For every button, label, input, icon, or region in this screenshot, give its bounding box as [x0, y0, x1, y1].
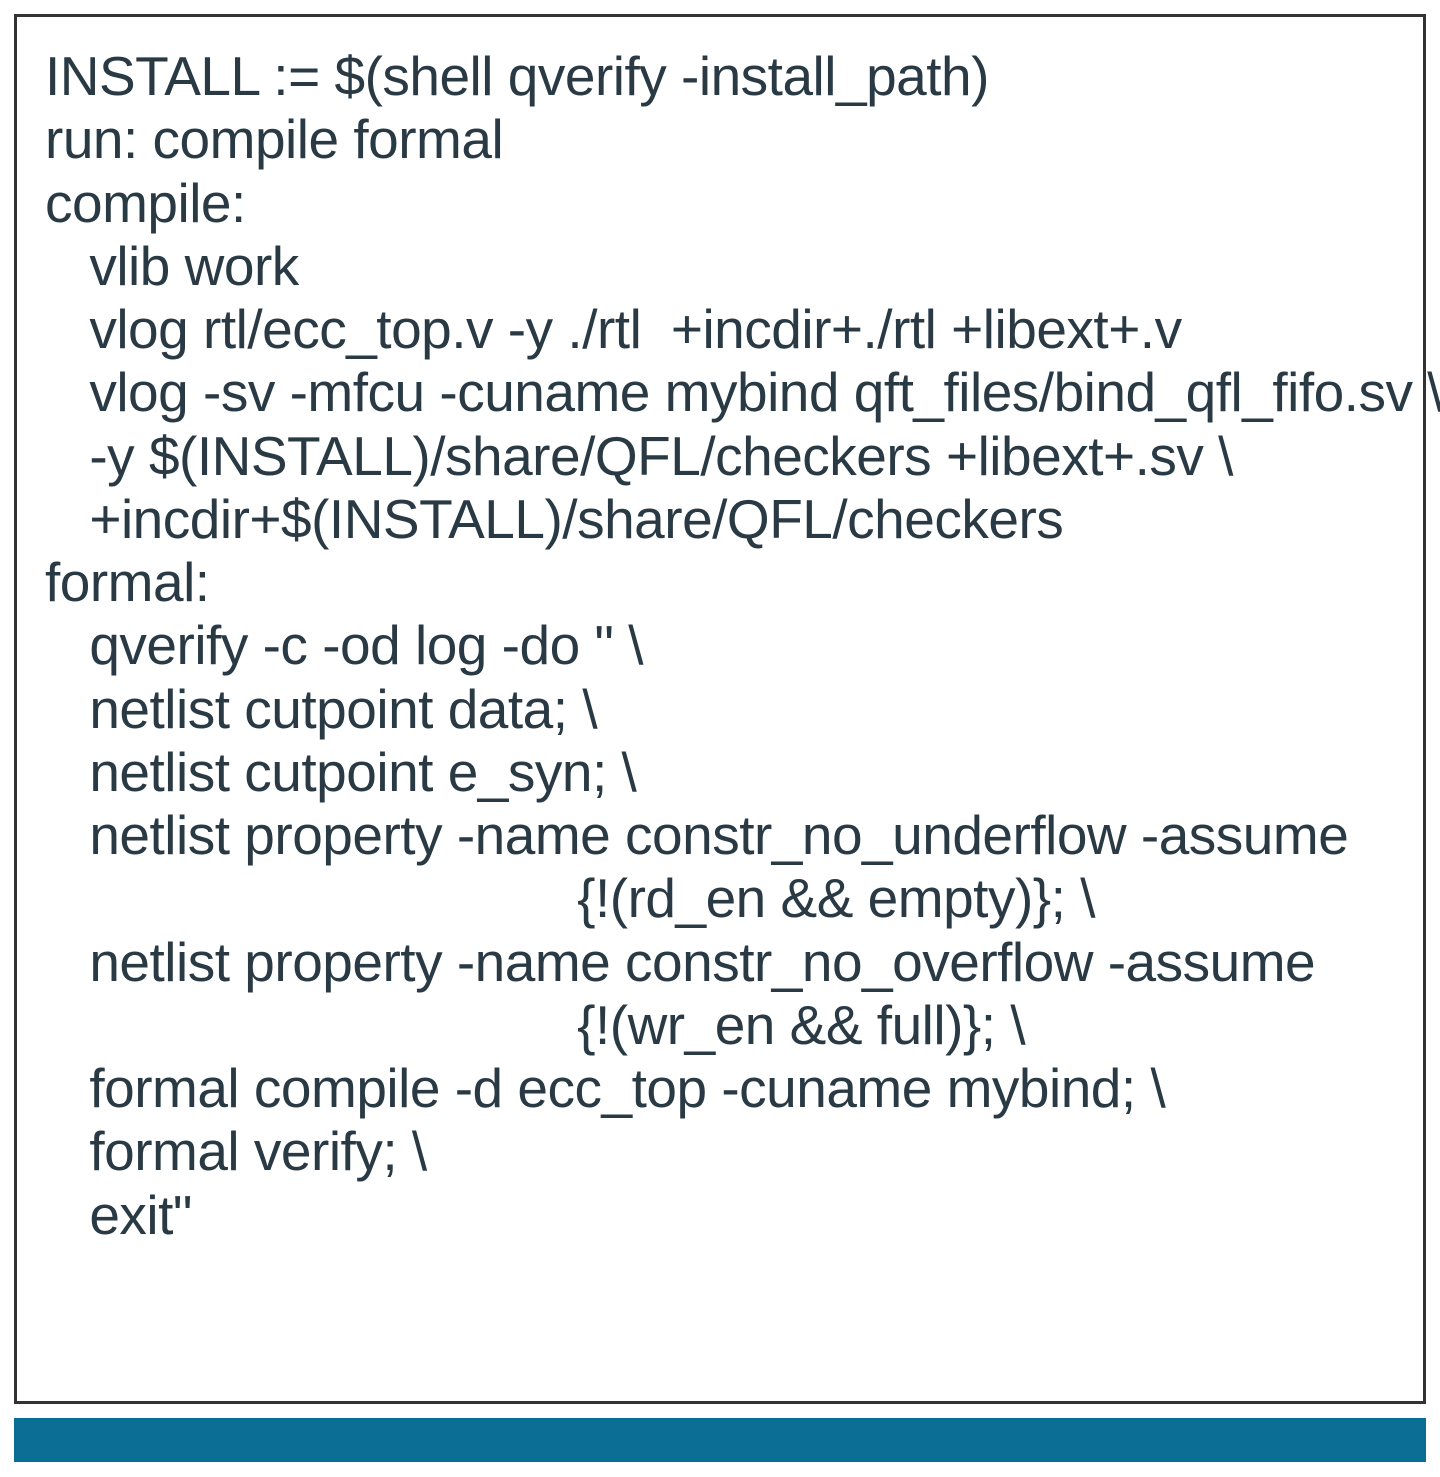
code-line: netlist property -name constr_no_underfl…	[45, 804, 1348, 866]
code-line: qverify -c -od log -do " \	[45, 614, 643, 676]
code-line: netlist cutpoint e_syn; \	[45, 741, 636, 803]
code-line: run: compile formal	[45, 108, 503, 170]
code-line: exit"	[45, 1184, 192, 1246]
code-line: {!(rd_en && empty)}; \	[45, 867, 1095, 929]
code-line: {!(wr_en && full)}; \	[45, 994, 1025, 1056]
code-line: formal verify; \	[45, 1120, 427, 1182]
code-line: compile:	[45, 172, 246, 234]
code-line: -y $(INSTALL)/share/QFL/checkers +libext…	[45, 425, 1233, 487]
makefile-code-block: INSTALL := $(shell qverify -install_path…	[45, 45, 1395, 1247]
code-line: netlist cutpoint data; \	[45, 678, 597, 740]
code-frame: INSTALL := $(shell qverify -install_path…	[14, 14, 1426, 1404]
accent-bar	[14, 1418, 1426, 1462]
code-line: netlist property -name constr_no_overflo…	[45, 931, 1315, 993]
code-line: vlog -sv -mfcu -cuname mybind qft_files/…	[45, 361, 1440, 423]
code-line: formal:	[45, 551, 210, 613]
code-line: vlog rtl/ecc_top.v -y ./rtl +incdir+./rt…	[45, 298, 1182, 360]
code-line: vlib work	[45, 235, 299, 297]
code-line: INSTALL := $(shell qverify -install_path…	[45, 45, 989, 107]
code-line: +incdir+$(INSTALL)/share/QFL/checkers	[45, 488, 1063, 550]
code-line: formal compile -d ecc_top -cuname mybind…	[45, 1057, 1165, 1119]
